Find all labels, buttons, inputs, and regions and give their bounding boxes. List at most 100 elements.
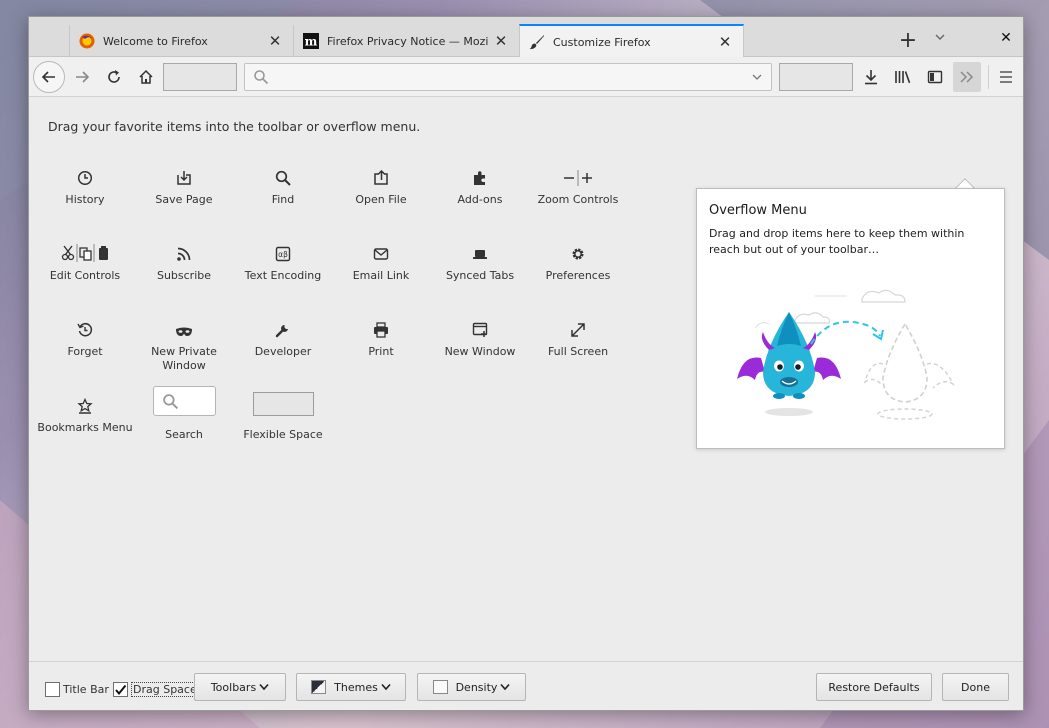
search-box-icon [152, 386, 216, 416]
button-label: Themes [334, 680, 378, 694]
palette-item-label: Edit Controls [49, 269, 121, 282]
downloads-button[interactable] [856, 62, 886, 92]
toolbar-separator [988, 65, 989, 89]
reload-button[interactable] [99, 62, 129, 92]
tab-title: Firefox Privacy Notice — Mozilla [327, 34, 489, 48]
overflow-panel-title: Overflow Menu [709, 203, 807, 218]
checkbox-label: Title Bar [63, 683, 109, 696]
tab-title: Customize Firefox [553, 35, 651, 49]
themes-button[interactable]: Themes [296, 673, 406, 701]
palette-item-label: Text Encoding [244, 269, 322, 282]
forward-button[interactable] [67, 62, 97, 92]
palette-add-ons[interactable]: Add-ons [432, 160, 528, 207]
close-tab-icon[interactable]: ✕ [713, 30, 737, 54]
title-bar-checkbox[interactable]: Title Bar [45, 682, 109, 697]
palette-history[interactable]: History [37, 160, 133, 207]
palette-flexible-space[interactable]: Flexible Space [235, 388, 331, 442]
firefox-logo-icon [79, 33, 95, 49]
url-bar[interactable] [244, 63, 772, 91]
home-button[interactable] [131, 62, 161, 92]
palette-search[interactable]: Search [136, 386, 232, 442]
theme-swatch-icon [311, 680, 327, 694]
palette-subscribe[interactable]: Subscribe [136, 236, 232, 283]
palette-item-label: New Window [444, 345, 516, 358]
envelope-icon [373, 248, 389, 260]
reload-icon [108, 70, 120, 83]
sidebar-button[interactable] [920, 62, 950, 92]
palette-full-screen[interactable]: Full Screen [530, 312, 626, 359]
palette-email-link[interactable]: Email Link [333, 236, 429, 283]
palette-item-label: Full Screen [547, 345, 609, 358]
palette-zoom-controls[interactable]: Zoom Controls [530, 160, 626, 207]
home-icon [139, 69, 153, 84]
palette-open-file[interactable]: Open File [333, 160, 429, 207]
close-tab-icon[interactable]: ✕ [489, 29, 513, 53]
search-icon [254, 70, 269, 85]
find-magnifier-icon [275, 170, 291, 186]
library-button[interactable] [888, 62, 918, 92]
toolbars-button[interactable]: Toolbars [194, 673, 286, 701]
back-arrow-icon [41, 71, 55, 83]
checkmark-icon[interactable] [113, 682, 128, 697]
rss-feed-icon [177, 247, 191, 261]
palette-item-label: Preferences [545, 269, 611, 282]
palette-item-label: Search [165, 428, 203, 441]
palette-text-encoding[interactable]: αβ Text Encoding [235, 236, 331, 283]
palette-synced-tabs[interactable]: Synced Tabs [432, 236, 528, 283]
restore-defaults-button[interactable]: Restore Defaults [816, 673, 932, 701]
tab-bar: Welcome to Firefox ✕ m Firefox Privacy N… [29, 17, 1023, 58]
chevron-down-icon [381, 683, 391, 691]
palette-edit-controls[interactable]: Edit Controls [37, 236, 133, 283]
bookmarks-star-icon [77, 398, 93, 414]
palette-item-label: Save Page [155, 193, 213, 206]
close-tab-icon[interactable]: ✕ [263, 29, 287, 53]
tab-customize[interactable]: Customize Firefox ✕ [519, 24, 744, 58]
palette-new-private-window[interactable]: New Private Window [136, 312, 232, 373]
url-dropdown-chevron-icon[interactable] [751, 71, 763, 83]
forget-icon [77, 322, 93, 337]
back-button[interactable] [33, 61, 65, 93]
tab-privacy-notice[interactable]: m Firefox Privacy Notice — Mozilla ✕ [293, 25, 519, 57]
flexible-space-icon [252, 392, 314, 416]
toolbar-flexible-space[interactable] [163, 63, 237, 91]
density-button[interactable]: Density [417, 673, 526, 701]
palette-item-label: Add-ons [457, 193, 503, 206]
density-icon [432, 680, 448, 694]
mozilla-m-icon: m [303, 33, 319, 49]
palette-item-label: Email Link [352, 269, 410, 282]
palette-save-page[interactable]: Save Page [136, 160, 232, 207]
palette-bookmarks-menu[interactable]: Bookmarks Menu [37, 388, 133, 435]
tab-welcome[interactable]: Welcome to Firefox ✕ [69, 25, 293, 57]
palette-find[interactable]: Find [235, 160, 331, 207]
history-clock-icon [77, 170, 93, 186]
palette-preferences[interactable]: Preferences [530, 236, 626, 283]
overflow-menu-panel[interactable]: Overflow Menu Drag and drop items here t… [696, 188, 1005, 449]
new-tab-button[interactable]: + [895, 29, 921, 55]
firefox-window: Welcome to Firefox ✕ m Firefox Privacy N… [28, 16, 1024, 711]
toolbar-flexible-space[interactable] [779, 63, 853, 91]
palette-item-label: Flexible Space [243, 428, 323, 441]
done-button[interactable]: Done [942, 673, 1009, 701]
palette-item-label: Print [368, 345, 394, 358]
customize-instruction: Drag your favorite items into the toolba… [48, 119, 421, 134]
palette-developer[interactable]: Developer [235, 312, 331, 359]
overflow-menu-button[interactable] [953, 62, 981, 92]
window-close-button[interactable]: ✕ [994, 26, 1018, 50]
drag-space-checkbox[interactable]: Drag Space [113, 682, 199, 697]
palette-print[interactable]: Print [333, 312, 429, 359]
palette-item-label: Open File [355, 193, 407, 206]
edit-controls-icon [61, 244, 108, 262]
printer-icon [374, 322, 388, 338]
gear-icon [572, 248, 584, 260]
tab-list-chevron-icon[interactable] [929, 31, 951, 53]
svg-text:m: m [305, 35, 318, 49]
button-label: Done [961, 680, 990, 694]
palette-new-window[interactable]: New Window [432, 312, 528, 359]
hamburger-menu-button[interactable] [991, 62, 1021, 92]
expand-arrow-icon [571, 323, 585, 337]
palette-forget[interactable]: Forget [37, 312, 133, 359]
customize-area: Drag your favorite items into the toolba… [29, 98, 1023, 661]
checkbox-unchecked-icon[interactable] [45, 682, 60, 697]
forward-arrow-icon [76, 71, 90, 83]
open-file-icon [374, 170, 388, 185]
